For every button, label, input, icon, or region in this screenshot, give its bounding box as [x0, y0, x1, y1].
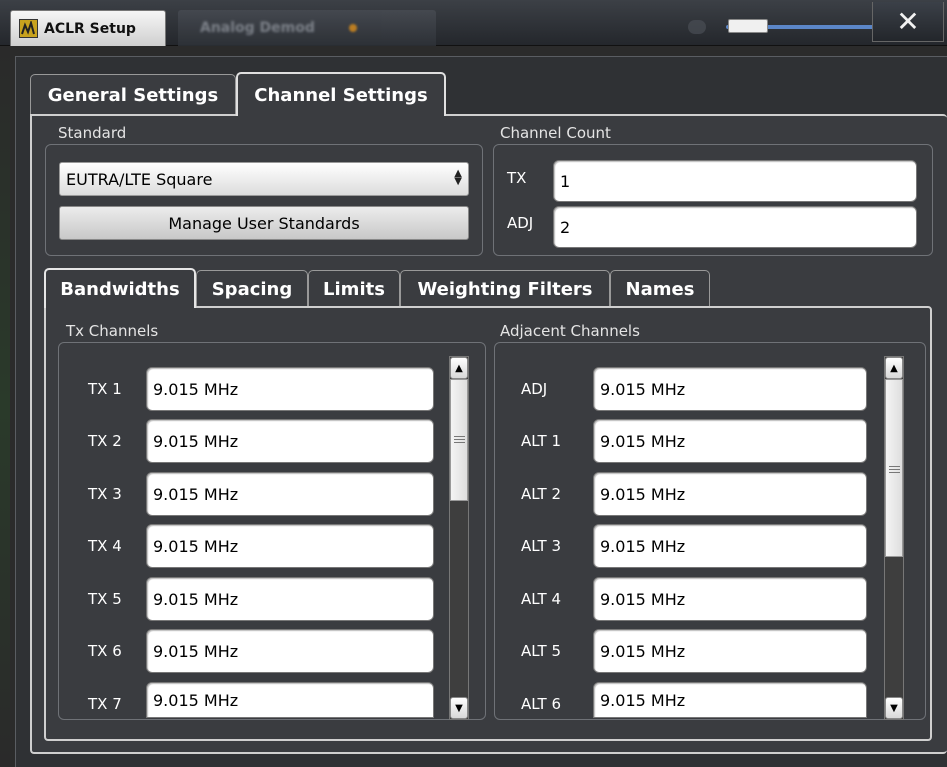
adjacent-channel-label: ALT 1: [521, 432, 562, 450]
adjacent-channel-label: ALT 4: [521, 590, 562, 608]
tx-channel-label: TX 4: [88, 537, 122, 555]
adj-count-value: 2: [560, 217, 571, 237]
tx-channel-label: TX 2: [88, 432, 122, 450]
arrow-up-icon[interactable]: ▲: [885, 357, 903, 379]
tx-channel-label: TX 3: [88, 485, 122, 503]
arrow-up-icon[interactable]: ▲: [450, 357, 468, 379]
adjacent-bandwidth-value: 9.015 MHz: [600, 484, 686, 504]
subtab-spacing[interactable]: Spacing: [196, 270, 308, 308]
transparency-slider-handle[interactable]: [728, 19, 768, 33]
adjacent-scrollbar[interactable]: ▲ ▼: [884, 356, 904, 720]
adjacent-channel-label: ALT 2: [521, 485, 562, 503]
adjacent-bandwidth-input[interactable]: 9.015 MHz: [593, 472, 867, 516]
tx-bandwidth-value: 9.015 MHz: [153, 431, 239, 451]
adjacent-bandwidth-input[interactable]: 9.015 MHz: [593, 577, 867, 621]
tx-channel-label: TX 6: [88, 642, 122, 660]
tx-bandwidth-input[interactable]: 9.015 MHz: [146, 629, 434, 673]
tx-bandwidth-input[interactable]: 9.015 MHz: [146, 577, 434, 621]
background-window-tab[interactable]: Analog Demod: [178, 10, 436, 46]
adjacent-bandwidth-value: 9.015 MHz: [600, 379, 686, 399]
tx-scrollbar-thumb[interactable]: [450, 379, 468, 501]
adjacent-bandwidth-input[interactable]: 9.015 MHz: [593, 419, 867, 463]
channel-count-group-label: Channel Count: [500, 124, 611, 142]
adjacent-bandwidth-value: 9.015 MHz: [600, 641, 686, 661]
adjacent-channel-label: ADJ: [521, 380, 548, 398]
window-title: ACLR Setup: [44, 20, 136, 37]
background-tab-label: Analog Demod: [200, 20, 315, 36]
adjacent-bandwidth-input[interactable]: 9.015 MHz: [593, 524, 867, 568]
window-edge: [0, 46, 10, 767]
adjacent-bandwidth-value: 9.015 MHz: [600, 690, 686, 710]
tx-bandwidth-value: 9.015 MHz: [153, 484, 239, 504]
window-tab[interactable]: ACLR Setup: [10, 10, 166, 46]
arrow-down-icon[interactable]: ▼: [450, 697, 468, 719]
tx-bandwidth-value: 9.015 MHz: [153, 641, 239, 661]
updown-arrow-icon: ▲ ▼: [454, 168, 462, 187]
subtab-label: Bandwidths: [60, 278, 180, 300]
tx-bandwidth-value: 9.015 MHz: [153, 589, 239, 609]
subtab-bandwidths[interactable]: Bandwidths: [44, 268, 196, 308]
subtab-label: Limits: [323, 279, 385, 300]
adjacent-channel-label: ALT 5: [521, 642, 562, 660]
adjacent-channel-label: ALT 3: [521, 537, 562, 555]
tx-bandwidth-value: 9.015 MHz: [153, 536, 239, 556]
arrow-down-icon[interactable]: ▼: [885, 697, 903, 719]
subtab-label: Weighting Filters: [417, 279, 593, 300]
adjacent-channel-label: ALT 6: [521, 695, 562, 713]
tx-channel-label: TX 7: [88, 695, 122, 713]
tx-bandwidth-value: 9.015 MHz: [153, 690, 239, 710]
tx-bandwidth-value: 9.015 MHz: [153, 379, 239, 399]
subtab-label: Spacing: [211, 279, 293, 300]
tab-label: General Settings: [47, 85, 219, 106]
subtab-weighting-filters[interactable]: Weighting Filters: [400, 270, 610, 308]
manage-user-standards-button[interactable]: Manage User Standards: [59, 206, 469, 240]
tx-bandwidth-input[interactable]: 9.015 MHz: [146, 682, 434, 718]
tx-scrollbar[interactable]: ▲ ▼: [449, 356, 469, 720]
manage-user-standards-label: Manage User Standards: [168, 213, 360, 233]
adjacent-bandwidth-value: 9.015 MHz: [600, 431, 686, 451]
tx-count-value: 1: [560, 171, 571, 191]
indicator-icon: [688, 20, 706, 34]
standard-group-label: Standard: [58, 124, 127, 142]
tx-channel-label: TX 1: [88, 380, 122, 398]
tab-label: Channel Settings: [254, 84, 428, 106]
close-icon: ✕: [896, 5, 920, 38]
status-dot-icon: [348, 24, 357, 32]
tx-channels-group-label: Tx Channels: [66, 322, 159, 340]
subtab-label: Names: [625, 279, 695, 300]
standard-select[interactable]: EUTRA/LTE Square ▲ ▼: [59, 162, 469, 196]
adj-count-input[interactable]: 2: [553, 206, 917, 248]
tx-count-label: TX: [507, 169, 527, 187]
adjacent-channels-group-label: Adjacent Channels: [500, 322, 640, 340]
tx-bandwidth-input[interactable]: 9.015 MHz: [146, 472, 434, 516]
tx-bandwidth-input[interactable]: 9.015 MHz: [146, 524, 434, 568]
adjacent-bandwidth-value: 9.015 MHz: [600, 589, 686, 609]
tx-bandwidth-input[interactable]: 9.015 MHz: [146, 419, 434, 463]
adjacent-bandwidth-input[interactable]: 9.015 MHz: [593, 367, 867, 411]
tx-channel-label: TX 5: [88, 590, 122, 608]
title-bar: ACLR Setup Analog Demod ✕: [0, 0, 947, 46]
tab-general-settings[interactable]: General Settings: [30, 74, 236, 116]
subtab-names[interactable]: Names: [610, 270, 710, 308]
tx-bandwidth-input[interactable]: 9.015 MHz: [146, 367, 434, 411]
subtab-limits[interactable]: Limits: [308, 270, 400, 308]
tab-channel-settings[interactable]: Channel Settings: [236, 72, 446, 116]
adjacent-scrollbar-thumb[interactable]: [885, 379, 903, 557]
close-button[interactable]: ✕: [872, 2, 944, 42]
standard-selected-value: EUTRA/LTE Square: [66, 169, 213, 189]
adjacent-bandwidth-input[interactable]: 9.015 MHz: [593, 682, 867, 718]
tx-count-input[interactable]: 1: [553, 160, 917, 202]
app-logo-icon: [19, 19, 38, 38]
adj-count-label: ADJ: [507, 214, 534, 232]
adjacent-bandwidth-input[interactable]: 9.015 MHz: [593, 629, 867, 673]
adjacent-bandwidth-value: 9.015 MHz: [600, 536, 686, 556]
